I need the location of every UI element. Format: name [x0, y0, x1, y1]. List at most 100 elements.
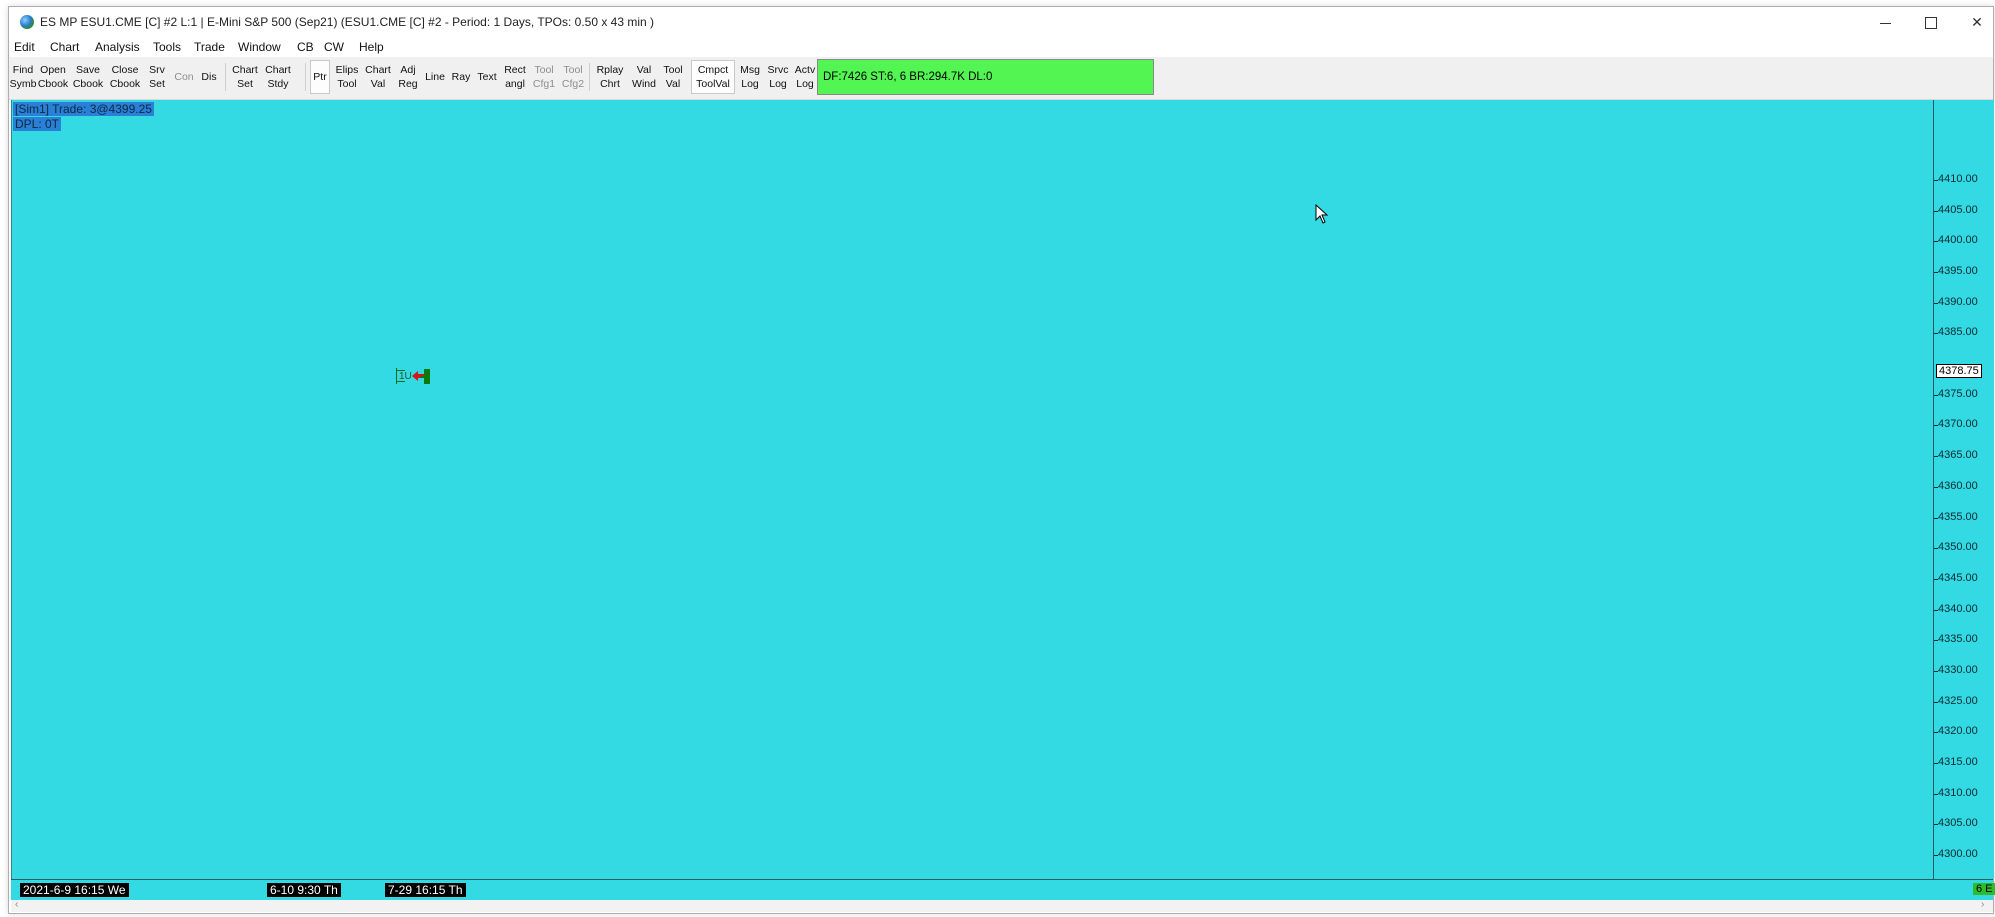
menu-cb[interactable]: CB: [297, 40, 314, 54]
server-settings-button[interactable]: Srv Set: [146, 60, 168, 94]
button-label: Line: [425, 71, 445, 83]
price-tick-label: 4360.00: [1938, 479, 1978, 492]
horizontal-scrollbar[interactable]: ‹ ›: [11, 899, 1993, 912]
maximize-icon: [1925, 17, 1937, 30]
price-tick-label: 4300.00: [1938, 848, 1978, 860]
button-label: Con: [174, 71, 194, 83]
open-chartbook-button[interactable]: Open Cbook: [37, 60, 69, 94]
close-chartbook-button[interactable]: Close Cbook: [108, 60, 142, 94]
globe-app-icon: [20, 15, 34, 29]
price-tick-label: 4355.00: [1938, 510, 1978, 523]
button-label: Find: [12, 64, 34, 76]
menu-trade[interactable]: Trade: [194, 40, 225, 54]
ray-tool-button[interactable]: Ray: [450, 60, 472, 94]
price-tick-label: 4395.00: [1938, 265, 1978, 278]
price-tick-label: 4335.00: [1938, 633, 1978, 646]
menu-window[interactable]: Window: [238, 40, 281, 54]
line-tool-button[interactable]: Line: [423, 60, 447, 94]
menu-analysis[interactable]: Analysis: [95, 40, 140, 54]
button-label: Stdy: [267, 78, 289, 90]
time-label-start: 2021-6-9 16:15 We: [20, 883, 129, 897]
find-symbol-button[interactable]: Find Symb: [9, 60, 37, 94]
compact-tool-values-button[interactable]: Cmpct ToolVal: [691, 60, 735, 94]
tpo-profile-glyph: 1U: [396, 368, 430, 384]
message-log-button[interactable]: Msg Log: [738, 60, 762, 94]
menu-cw[interactable]: CW: [324, 40, 344, 54]
price-tick-label: 4325.00: [1938, 694, 1978, 707]
price-tick-label: 4345.00: [1938, 571, 1978, 584]
tool-config2-button[interactable]: Tool Cfg2: [560, 60, 586, 94]
service-log-button[interactable]: Srvc Log: [765, 60, 791, 94]
price-axis[interactable]: 4378.75 4410.00 4405.00 4400.00 4395.00 4390…: [1933, 100, 1994, 879]
menu-chart[interactable]: Chart: [50, 40, 79, 54]
ellipse-tool-button[interactable]: Elips Tool: [333, 60, 361, 94]
chart-settings-button[interactable]: Chart Set: [231, 60, 259, 94]
chart-studies-button[interactable]: Chart Stdy: [264, 60, 292, 94]
button-label: Cbook: [37, 78, 69, 90]
connect-button[interactable]: Con: [172, 60, 196, 94]
button-label: Symb: [9, 78, 37, 90]
button-label: Cmpct: [697, 64, 729, 76]
replay-chart-button[interactable]: Rplay Chrt: [594, 60, 626, 94]
button-label: Log: [796, 78, 814, 90]
mouse-pointer-icon: [1315, 204, 1329, 224]
close-button[interactable]: ✕: [1954, 7, 1995, 37]
button-label: Val: [370, 78, 386, 90]
toolbar-separator: [225, 63, 226, 91]
button-label: Log: [769, 78, 787, 90]
toolbar: Find Symb Open Cbook Save Cbook Close Cbook …: [9, 57, 1993, 100]
chart-border: [11, 100, 12, 879]
button-label: Chart: [232, 64, 258, 76]
chart-values-button[interactable]: Chart Val: [364, 60, 392, 94]
scroll-left-icon[interactable]: ‹: [15, 899, 18, 910]
activity-log-button[interactable]: Actv Log: [794, 60, 816, 94]
pointer-tool-button[interactable]: Ptr: [310, 60, 330, 94]
price-tick-label: 4340.00: [1938, 602, 1978, 615]
toolbar-separator: [305, 63, 306, 91]
save-chartbook-button[interactable]: Save Cbook: [71, 60, 105, 94]
time-label-end: 7-29 16:15 Th: [385, 883, 466, 897]
chart-area[interactable]: [Sim1] Trade: 3@4399.25 DPL: 0T 1U: [11, 100, 1933, 879]
toolbar-separator: [589, 63, 590, 91]
minimize-button[interactable]: [1862, 7, 1908, 37]
dpl-info-label: DPL: 0T: [13, 117, 62, 131]
title-bar[interactable]: ES MP ESU1.CME [C] #2 L:1 | E-Mini S&P 5…: [9, 7, 1993, 37]
time-axis[interactable]: 2021-6-9 16:15 We 6-10 9:30 Th 7-29 16:1…: [11, 879, 1995, 900]
adjust-region-button[interactable]: Adj Reg: [396, 60, 420, 94]
window-title: ES MP ESU1.CME [C] #2 L:1 | E-Mini S&P 5…: [40, 15, 655, 29]
button-label: Cbook: [72, 78, 104, 90]
tool-values-button[interactable]: Tool Val: [661, 60, 685, 94]
button-label: angl: [505, 78, 525, 90]
price-tick-label: 4385.00: [1938, 326, 1978, 339]
price-tick-label: 4320.00: [1938, 725, 1978, 738]
menu-help[interactable]: Help: [359, 40, 384, 54]
price-tick-label: 4310.00: [1938, 786, 1978, 799]
trade-info-label: [Sim1] Trade: 3@4399.25: [13, 102, 154, 116]
text-tool-button[interactable]: Text: [475, 60, 499, 94]
button-label: Val: [665, 78, 681, 90]
button-label: Tool: [534, 64, 554, 76]
disconnect-button[interactable]: Dis: [198, 60, 220, 94]
maximize-button[interactable]: [1908, 7, 1954, 37]
price-tick-label: 4375.00: [1938, 387, 1978, 400]
button-label: Chrt: [600, 78, 620, 90]
current-price-label: 4378.75: [1936, 363, 1982, 378]
button-label: Cfg1: [532, 78, 556, 90]
button-label: Tool: [337, 78, 357, 90]
button-label: Cbook: [109, 78, 141, 90]
button-label: Elips: [335, 64, 359, 76]
button-label: Reg: [398, 78, 418, 90]
scroll-right-icon[interactable]: ›: [1981, 899, 1984, 910]
button-label: Dis: [201, 71, 217, 83]
tool-config1-button[interactable]: Tool Cfg1: [531, 60, 557, 94]
values-window-button[interactable]: Val Wind: [630, 60, 658, 94]
tpo-letters: 1U: [399, 371, 412, 382]
button-label: Srv: [149, 64, 165, 76]
rectangle-tool-button[interactable]: Rect angl: [502, 60, 528, 94]
menu-edit[interactable]: Edit: [14, 40, 35, 54]
button-label: Text: [477, 71, 497, 83]
button-label: Chart: [365, 64, 391, 76]
price-tick-label: 4410.00: [1938, 173, 1978, 185]
menu-tools[interactable]: Tools: [153, 40, 181, 54]
button-label: Cfg2: [561, 78, 585, 90]
